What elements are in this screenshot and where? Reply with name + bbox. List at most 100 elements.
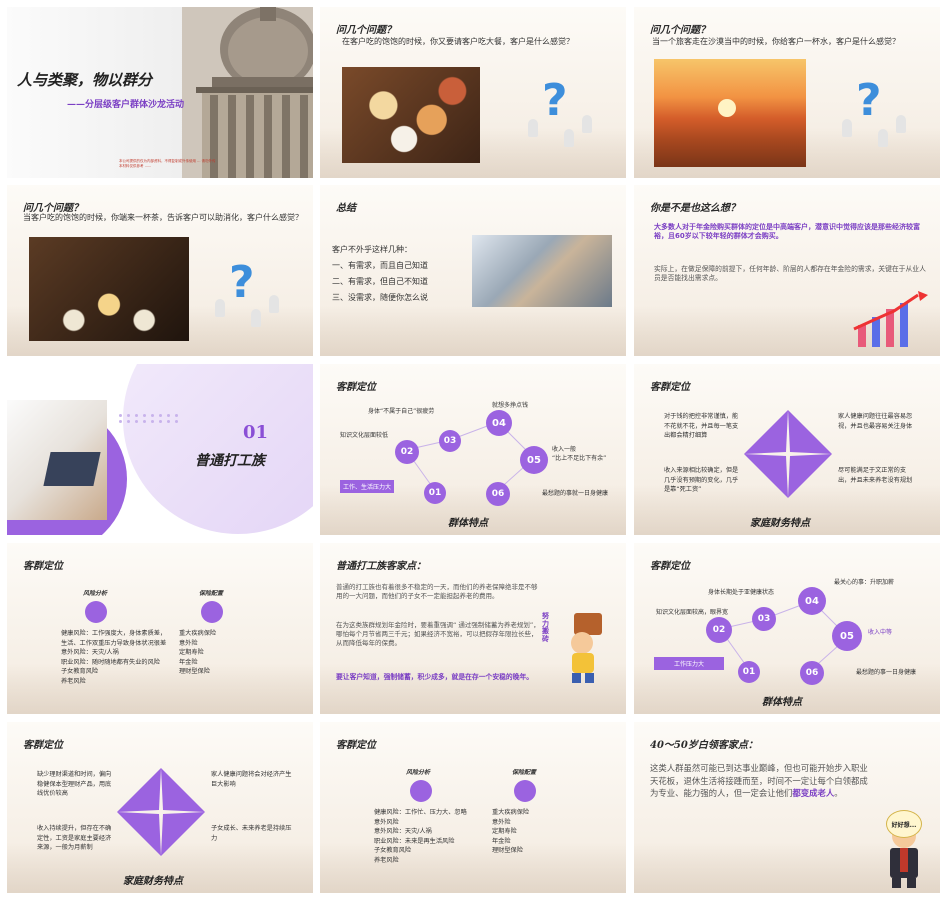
insurance-column-title: 保险配置 — [512, 769, 537, 776]
trait-circle-05: 05 — [520, 446, 548, 474]
slide-heading: 总结 — [336, 203, 356, 214]
thinking-paragraph-1: 大多数人对于年金险购买群体的定位是中高端客户，潜意识中觉得应该是那些经济较富裕，… — [654, 223, 920, 241]
trait-label-03: 身体长期处于亚健康状态 — [708, 589, 775, 596]
trait-label-05: 收入中等 — [868, 629, 893, 636]
finance-text-left-bottom: 收入来源相比较确定，但是几乎没有预期的变化，几乎是靠“死工资” — [664, 467, 739, 494]
trait-label-04: 就想多挣点钱 — [492, 402, 529, 409]
trait-circle-02: 02 — [395, 440, 419, 464]
slide-text: 当客户吃的饱饱的时候，你端来一杯茶，告诉客户可以助消化，客户什么感觉？ — [23, 213, 303, 222]
slide-whitecollar-points[interactable]: 40～50岁白领客家点： 这类人群虽然可能已到达事业巅峰，但也可能开始步入职业天… — [634, 722, 940, 893]
slide-risk-analysis-1[interactable]: 客群定位 风险分析 保险配置 健康风险：工作强度大，身体素质差， 生活、工作双重压… — [7, 543, 313, 714]
finance-text-right-top: 家人健康问题将会对经济产生巨大影响 — [211, 771, 292, 788]
finance-text-right-bottom: 尽可能满足于文正常的支出，并且未来养老没有规划 — [838, 467, 913, 484]
risk-column-title: 风险分析 — [406, 769, 431, 776]
trait-label-06: 最愁题的事就一日身健康 — [542, 490, 609, 497]
side-text: 努力搬砖 — [542, 612, 549, 644]
finance-text-left-bottom: 收入持续提升，但存在不确定性，工资是家庭主要经济来源，一般为月薪制 — [37, 825, 112, 852]
slide-thinking[interactable]: 你是不是也这么想？ 大多数人对于年金险购买群体的定位是中高端客户，潜意识中觉得应… — [634, 185, 940, 356]
slide-section-01[interactable]: 01 普通打工族 — [7, 364, 313, 535]
dot-pattern — [119, 414, 180, 423]
feast-photo — [342, 67, 480, 163]
trait-circle-03: 03 — [752, 607, 776, 631]
trait-circle-01: 01 — [424, 482, 446, 504]
trait-circle-03: 03 — [439, 430, 461, 452]
finance-text-right-top: 家人健康问题往往最容易忽视，并且也最容易关注身体 — [838, 413, 913, 430]
thought-bubble: 好好想... — [886, 810, 922, 838]
trait-circle-06: 06 — [800, 661, 824, 685]
dome-building-image — [182, 7, 313, 178]
trait-label-03: 身体“不属于自己”很疲劳 — [368, 408, 435, 415]
trait-label-04: 最关心的事：升职加薪 — [834, 579, 895, 586]
slide-heading: 客群定位 — [23, 740, 63, 751]
slide-family-finance-1[interactable]: 客群定位 对于钱的把控非常谨慎，能不花就不花，并且每一笔支出都会精打细算 家人健… — [634, 364, 940, 535]
slide-caption: 群体特点 — [448, 518, 488, 529]
finance-text-right-bottom: 子女成长、未来养老是持续压力 — [211, 825, 292, 842]
thinking-paragraph-2: 实际上，在做足保障的前提下，任何年龄、阶层的人都存在年金险的需求，关键在于从业人… — [654, 265, 926, 283]
slide-heading: 客群定位 — [23, 561, 63, 572]
slide-question-1[interactable]: 问几个问题？ 在客户吃的饱饱的时候，你又要请客户吃大餐，客户是什么感觉？ ? — [320, 7, 626, 178]
slide-heading: 客群定位 — [650, 382, 690, 393]
slide-summary[interactable]: 总结 客户不外乎这样几种： 一、有需求，而且自己知道 二、有需求，但自己不知道 … — [320, 185, 626, 356]
slide-worker-points[interactable]: 普通打工族客家点： 普通的打工族也有着很多不稳定的一天，而他们的养老保障绝非是不… — [320, 543, 626, 714]
slide-risk-analysis-2[interactable]: 客群定位 风险分析 保险配置 健康风险：工作忙、压力大、忽略 意外风险 意外风险：天… — [320, 722, 626, 893]
insurance-list: 重大疾病保险 意外险 定期寿险 年金险 理财型保险 — [179, 630, 217, 676]
risk-circle — [85, 601, 107, 623]
question-mark-icon: ? — [542, 75, 568, 126]
trait-label-05: 收入一般 “比上不足比下有余” — [552, 446, 607, 462]
fine-print: 本公司提供的仅为内部资料，不得复制或外传使用 ... 请勿外传 本材料仅供参考 … — [119, 159, 216, 168]
insurance-list: 重大疾病保险 意外险 定期寿险 年金险 理财型保险 — [492, 809, 530, 855]
summary-intro: 客户不外乎这样几种： — [332, 245, 412, 254]
summary-item-1: 一、有需求，而且自己知道 — [332, 261, 428, 270]
trait-circle-05: 05 — [832, 621, 862, 651]
insurance-column-title: 保险配置 — [199, 590, 224, 597]
section-number: 01 — [243, 422, 269, 443]
question-mark-icon: ? — [229, 257, 255, 308]
slide-heading: 40～50岁白领客家点： — [650, 740, 758, 751]
slide-text: 当一个旅客走在沙漠当中的时候，你给客户一杯水，客户是什么感觉？ — [652, 37, 900, 46]
finance-text-left-top: 缺少理财渠道和时间，偏向稳健保本型理财产品，用底线优价较高 — [37, 771, 112, 798]
growth-chart-illustration — [853, 291, 928, 347]
trait-label-06: 最愁题的事一日身健康 — [856, 669, 917, 676]
worker-paragraph-3: 要让客户知道，强制储蓄，积少成多，就是在存一个安稳的晚年。 — [336, 673, 534, 681]
trait-label-01: 工作、生活压力大 — [340, 480, 395, 493]
trait-circle-01: 01 — [738, 661, 760, 683]
trait-label-01: 工作压力大 — [654, 657, 725, 670]
quadrant-diamond — [117, 768, 205, 856]
trait-label-02: 知识文化层面较低 — [340, 432, 389, 439]
slide-heading: 你是不是也这么想？ — [650, 203, 740, 214]
slide-heading: 问几个问题？ — [23, 203, 83, 214]
desert-photo — [654, 59, 806, 167]
slide-heading: 问几个问题？ — [336, 25, 396, 36]
slide-title[interactable]: 人与类聚，物以群分 ——分层级客户群体沙龙活动 本公司提供的仅为内部资料，不得复… — [7, 7, 313, 178]
slide-grid: 人与类聚，物以群分 ——分层级客户群体沙龙活动 本公司提供的仅为内部资料，不得复… — [0, 0, 947, 901]
slide-text: 在客户吃的饱饱的时候，你又要请客户吃大餐，客户是什么感觉？ — [342, 37, 574, 46]
quadrant-diamond — [744, 410, 832, 498]
risk-circle — [410, 780, 432, 802]
slide-group-traits-1[interactable]: 客群定位 01 02 03 04 05 06 工作、生活压力大 知识文化层面较低… — [320, 364, 626, 535]
whitecollar-paragraph: 这类人群虽然可能已到达事业巅峰，但也可能开始步入职业天花板，退休生活将接踵而至，… — [650, 763, 868, 799]
question-mark-icon: ? — [856, 75, 882, 126]
slide-title-subtitle: ——分层级客户群体沙龙活动 — [67, 100, 185, 110]
slide-heading: 普通打工族客家点： — [336, 561, 426, 572]
summary-item-2: 二、有需求，但自己不知道 — [332, 277, 428, 286]
slide-caption: 群体特点 — [762, 697, 802, 708]
slide-question-3[interactable]: 问几个问题？ 当客户吃的饱饱的时候，你端来一杯茶，告诉客户可以助消化，客户什么感… — [7, 185, 313, 356]
slide-caption: 家庭财务特点 — [123, 876, 183, 887]
handshake-photo — [472, 235, 612, 307]
trait-label-02: 知识文化层面较高，眼界宽 — [656, 609, 729, 616]
trait-circle-04: 04 — [798, 587, 826, 615]
trait-circle-02: 02 — [706, 617, 732, 643]
trait-circle-04: 04 — [486, 410, 512, 436]
connector-lines — [719, 600, 849, 672]
slide-caption: 家庭财务特点 — [750, 518, 810, 529]
worker-cartoon — [571, 613, 602, 683]
slide-title-heading: 人与类聚，物以群分 — [17, 71, 153, 89]
slide-family-finance-2[interactable]: 客群定位 缺少理财渠道和时间，偏向稳健保本型理财产品，用底线优价较高 家人健康问… — [7, 722, 313, 893]
slide-heading: 问几个问题？ — [650, 25, 710, 36]
slide-question-2[interactable]: 问几个问题？ 当一个旅客走在沙漠当中的时候，你给客户一杯水，客户是什么感觉？ ? — [634, 7, 940, 178]
worker-paragraph-1: 普通的打工族也有着很多不稳定的一天，而他们的养老保障绝非是不够用的一大问题，而他… — [336, 583, 538, 600]
risk-column-title: 风险分析 — [83, 590, 108, 597]
slide-group-traits-2[interactable]: 客群定位 01 02 03 04 05 06 工作压力大 知识文化层面较高，眼界… — [634, 543, 940, 714]
summary-item-3: 三、没需求，随便你怎么说 — [332, 293, 428, 302]
insurance-circle — [201, 601, 223, 623]
